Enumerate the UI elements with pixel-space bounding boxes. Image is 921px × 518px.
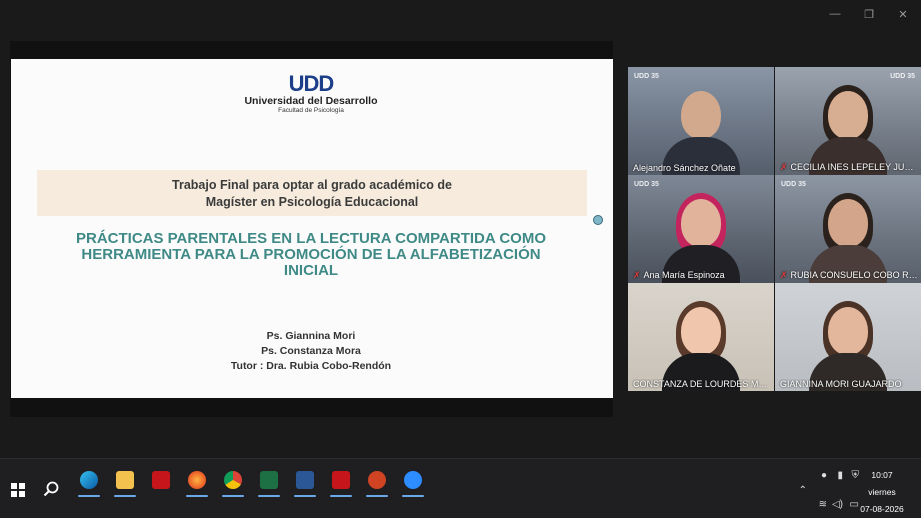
system-tray: ⌃ ● ▮ ⛨ ≋ ◁) ▭ 10:07 viernes 07-08-2026 [781,459,921,518]
degree-line-2: Magíster en Psicología Educacional [205,195,419,209]
participant-video [662,189,740,283]
thesis-title: PRÁCTICAS PARENTALES EN LA LECTURA COMPA… [51,231,571,279]
video-tile-1[interactable]: UDD 35 Alejandro Sánchez Oñate [628,67,774,175]
tile-logo: UDD 35 [781,181,806,188]
edge-icon[interactable] [74,465,104,497]
word-icon[interactable] [290,465,320,497]
degree-line-1: Trabajo Final para optar al grado académ… [172,178,452,192]
mic-muted-icon: ✗ [780,162,788,172]
video-tile-2[interactable]: UDD 35 ✗CECILIA INES LEPELEY JUNGJOHANN [775,67,921,175]
video-tile-6[interactable]: GIANNINA MORI GUAJARDO [775,283,921,391]
author-2: Ps. Constanza Mora [261,345,361,357]
minimize-icon[interactable]: — [825,8,845,21]
video-tile-4[interactable]: UDD 35 ✗RUBIA CONSUELO COBO RENDÓN [775,175,921,283]
video-tile-5[interactable]: CONSTANZA DE LOURDES MORA ARRIAGADA [628,283,774,391]
title-line-2: HERRAMIENTA PARA LA PROMOCIÓN DE LA ALFA… [81,246,541,263]
clock-time: 10:07 [871,470,893,480]
chevron-up-icon[interactable]: ⌃ [799,485,807,496]
clock[interactable]: 10:07 viernes 07-08-2026 [857,467,907,518]
participant-name: ✗CECILIA INES LEPELEY JUNGJOHANN [780,162,918,172]
acrobat-icon[interactable] [326,465,356,497]
clock-date: 07-08-2026 [860,504,904,514]
zoom-icon[interactable] [398,465,428,497]
university-name: Universidad del Desarrollo [244,95,378,107]
firefox-icon[interactable] [182,465,212,497]
video-tile-3[interactable]: UDD 35 ✗ Ana María Espinoza [628,175,774,283]
logo-mark: UDD [288,71,335,96]
file-explorer-icon[interactable] [110,465,140,497]
participant-name: GIANNINA MORI GUAJARDO [780,379,902,389]
pointer-cursor-icon [593,215,603,225]
chrome-icon[interactable] [218,465,248,497]
windows-start-icon[interactable] [11,483,25,497]
usb-icon[interactable]: ▮ [837,470,843,481]
mic-muted-icon: ✗ [633,270,641,280]
participant-name: CONSTANZA DE LOURDES MORA ARRIAGADA [633,379,771,389]
degree-band: Trabajo Final para optar al grado académ… [37,170,587,216]
faculty-name: Facultad de Psicología [278,107,344,114]
tutor: Tutor : Dra. Rubia Cobo-Rendón [230,360,392,372]
wifi-icon[interactable]: ≋ [819,499,827,510]
participant-name: ✗RUBIA CONSUELO COBO RENDÓN [780,270,918,280]
zoom-tray-icon[interactable]: ● [821,470,827,481]
tile-logo: UDD 35 [634,181,659,188]
participant-name: Alejandro Sánchez Oñate [633,163,736,173]
presentation-slide: UDD Universidad del Desarrollo Facultad … [11,59,613,398]
authors-block: Ps. Giannina Mori Ps. Constanza Mora Tut… [201,329,421,374]
title-line-1: PRÁCTICAS PARENTALES EN LA LECTURA COMPA… [76,230,546,247]
powerpoint-icon[interactable] [362,465,392,497]
clock-day: viernes [868,487,896,497]
author-1: Ps. Giannina Mori [266,330,356,342]
title-line-3: INICIAL [283,262,339,279]
participant-name: ✗ Ana María Espinoza [633,270,725,280]
participant-video [662,81,740,175]
udd-logo: UDD Universidad del Desarrollo Facultad … [241,73,381,115]
participant-video [809,297,887,391]
search-icon[interactable] [43,481,59,497]
mic-muted-icon: ✗ [780,270,788,280]
restore-icon[interactable]: ❐ [859,8,879,21]
windows-taskbar: ⌃ ● ▮ ⛨ ≋ ◁) ▭ 10:07 viernes 07-08-2026 [0,458,921,518]
participant-video [809,189,887,283]
participant-video [809,81,887,175]
tile-logo: UDD 35 [634,73,659,80]
volume-icon[interactable]: ◁) [832,499,843,510]
tile-logo: UDD 35 [890,73,915,80]
window-controls: — ❐ ✕ [825,8,913,21]
excel-icon[interactable] [254,465,284,497]
participant-video [662,297,740,391]
zoom-meeting-window: — ❐ ✕ UDD Universidad del Desarrollo Fac… [0,0,921,518]
close-icon[interactable]: ✕ [893,8,913,21]
acrobat-icon[interactable] [146,465,176,495]
